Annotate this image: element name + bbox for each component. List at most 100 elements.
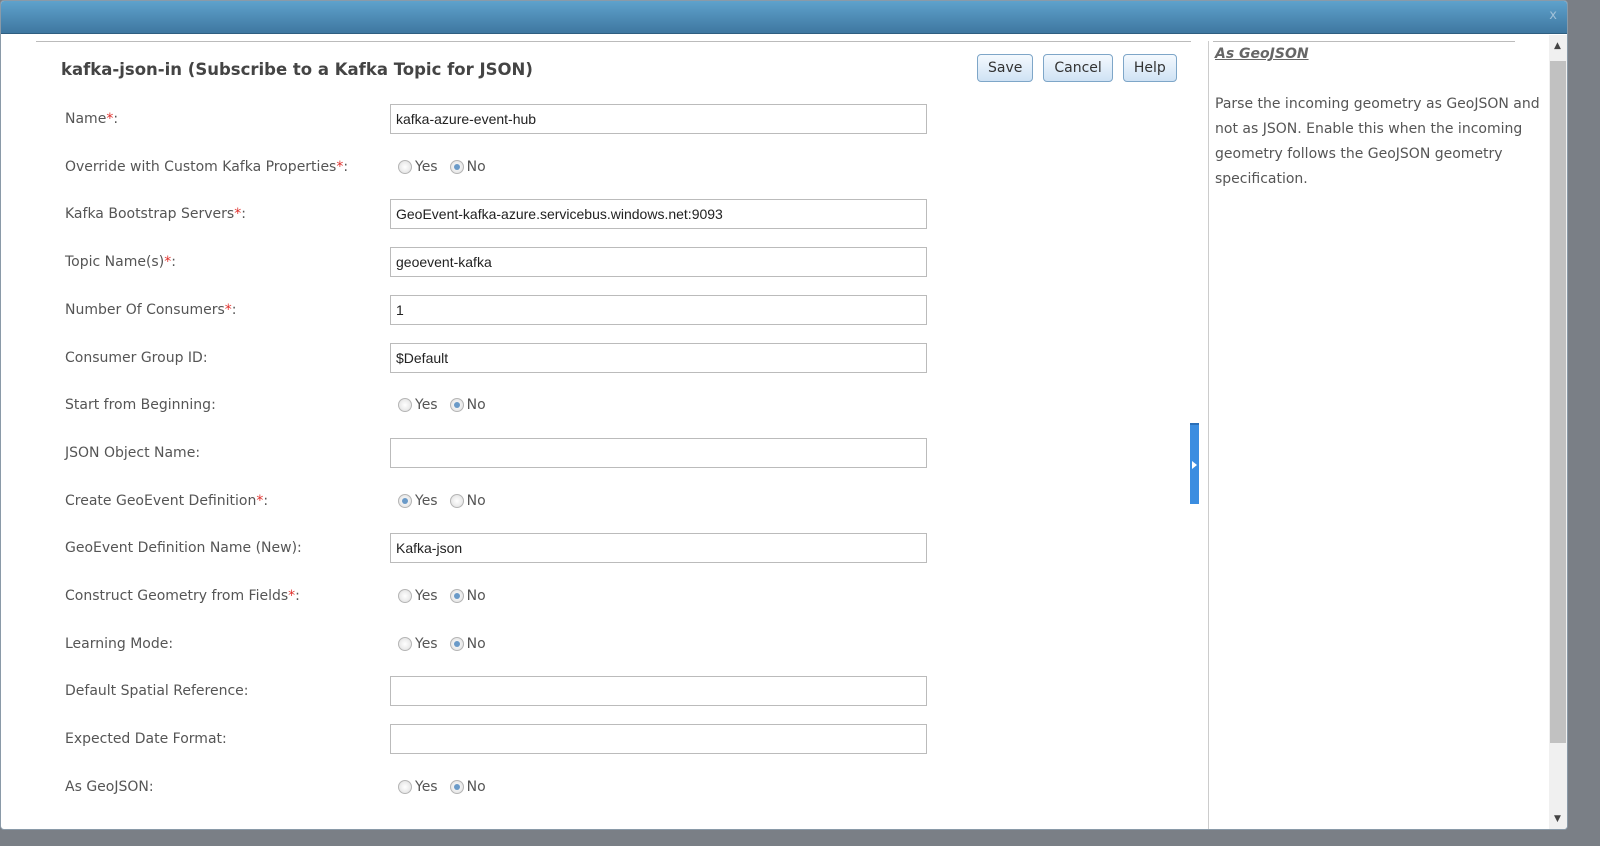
radio-button[interactable] [449,636,464,651]
radio-button[interactable] [449,398,464,413]
radio-label: No [466,635,486,652]
scrollbar-thumb[interactable] [1550,61,1566,743]
label-text: Kafka Bootstrap Servers [65,206,235,223]
radio-label: Yes [415,778,438,795]
radio-button[interactable] [449,589,464,603]
topic-name-s-input[interactable]: geoevent-kafka [390,247,927,278]
field-row-consumer-group-id: Consumer Group ID: $Default [65,342,935,373]
input-value: 1 [396,301,404,318]
field-row-kafka-bootstrap-servers: Kafka Bootstrap Servers*: GeoEvent-kafka-… [65,199,935,230]
help-text: Parse the incoming geometry as GeoJSON a… [1215,96,1540,187]
required-marker: * [256,492,264,509]
scroll-up-icon[interactable]: ▲ [1554,41,1561,51]
input-value: $Default [396,349,449,366]
field-row-create-geoevent-definition: Create GeoEvent Definition*: Yes No [65,486,935,516]
radio-yes[interactable]: Yes [398,588,438,604]
required-marker: * [164,254,172,271]
radio-no[interactable]: No [449,492,486,509]
label-text: GeoEvent Definition Name (New) [65,540,298,557]
override-with-custom-kafka-properties-radio-group: Yes No [398,159,492,175]
field-label: Number Of Consumers*: [65,301,237,318]
scroll-down-icon[interactable]: ▼ [1554,814,1561,824]
help-title: As GeoJSON [1215,46,1309,62]
help-button[interactable]: Help [1122,54,1177,82]
radio-button[interactable] [449,493,464,508]
radio-label: No [466,158,486,175]
radio-label: Yes [415,492,438,509]
field-row-topic-name-s: Topic Name(s)*: geoevent-kafka [65,247,935,278]
save-button[interactable]: Save [977,54,1034,82]
field-row-json-object-name: JSON Object Name: [65,437,935,468]
radio-button[interactable] [398,493,412,508]
radio-label: Yes [415,588,438,604]
radio-yes[interactable]: Yes [398,493,438,509]
radio-label: No [466,778,486,795]
radio-no[interactable]: No [449,158,486,175]
radio-button[interactable] [398,398,412,413]
field-row-override-with-custom-kafka-properties: Override with Custom Kafka Properties*: Y… [65,152,935,182]
label-text: Start from Beginning [65,397,212,414]
label-text: Construct Geometry from Fields [65,588,289,604]
learning-mode-radio-group: Yes No [398,636,492,652]
label-text: Expected Date Format [65,731,223,748]
radio-no[interactable]: No [449,635,486,652]
radio-button[interactable] [398,779,412,794]
field-row-expected-date-format: Expected Date Format: [65,724,935,755]
radio-no[interactable]: No [449,397,486,414]
radio-no[interactable]: No [449,588,486,604]
expected-date-format-input[interactable] [390,724,927,755]
radio-yes[interactable]: Yes [398,779,438,795]
field-label: JSON Object Name: [65,444,201,461]
required-marker: * [234,206,242,223]
label-text: JSON Object Name [65,444,196,461]
label-text: Override with Custom Kafka Properties [65,158,337,175]
required-marker: * [224,301,232,318]
required-marker: * [288,588,296,604]
radio-yes[interactable]: Yes [398,397,438,413]
dialog: x kafka-json-in (Subscribe to a Kafka To… [0,0,1568,830]
field-row-learning-mode: Learning Mode: Yes No [65,629,935,659]
label-text: As GeoJSON [65,778,149,795]
field-label: Topic Name(s)*: [65,254,176,271]
radio-button[interactable] [398,636,412,651]
geoevent-definition-name-new-input[interactable]: Kafka-json [390,533,927,564]
radio-yes[interactable]: Yes [398,636,438,652]
divider [1213,41,1515,42]
input-value: kafka-azure-event-hub [396,111,537,127]
radio-button[interactable] [398,159,412,174]
field-label: Create GeoEvent Definition*: [65,492,269,509]
radio-no[interactable]: No [449,778,486,795]
radio-button[interactable] [449,159,464,174]
input-value: GeoEvent-kafka-azure.servicebus.windows.… [396,206,723,223]
default-spatial-reference-input[interactable] [390,676,927,707]
close-icon[interactable]: x [1549,8,1557,23]
required-marker: * [336,158,344,175]
label-text: Consumer Group ID [65,349,203,366]
label-text: Default Spatial Reference [65,683,244,700]
kafka-bootstrap-servers-input[interactable]: GeoEvent-kafka-azure.servicebus.windows.… [390,199,927,230]
help-panel-toggle[interactable] [1190,423,1199,504]
field-label: Construct Geometry from Fields*: [65,588,300,604]
number-of-consumers-input[interactable]: 1 [390,294,927,325]
radio-button[interactable] [449,779,464,794]
radio-label: Yes [415,158,438,175]
radio-label: Yes [415,635,438,652]
consumer-group-id-input[interactable]: $Default [390,342,927,373]
create-geoevent-definition-radio-group: Yes No [398,493,492,509]
json-object-name-input[interactable] [390,437,927,468]
radio-button[interactable] [398,589,412,603]
field-row-as-geojson: As GeoJSON: Yes No [65,772,935,802]
scrollbar[interactable]: ▲ ▼ [1549,35,1567,829]
field-row-name: Name*: kafka-azure-event-hub [65,104,935,134]
field-label: Default Spatial Reference: [65,683,249,700]
name-input[interactable]: kafka-azure-event-hub [390,104,927,134]
radio-yes[interactable]: Yes [398,159,438,175]
field-row-construct-geometry-from-fields: Construct Geometry from Fields*: Yes No [65,581,935,611]
radio-label: No [466,397,486,414]
radio-label: No [466,492,486,509]
label-text: Name [65,111,107,127]
field-label: Start from Beginning: [65,397,216,414]
field-label: Kafka Bootstrap Servers*: [65,206,246,223]
cancel-button[interactable]: Cancel [1043,54,1113,82]
radio-label: No [466,588,486,604]
